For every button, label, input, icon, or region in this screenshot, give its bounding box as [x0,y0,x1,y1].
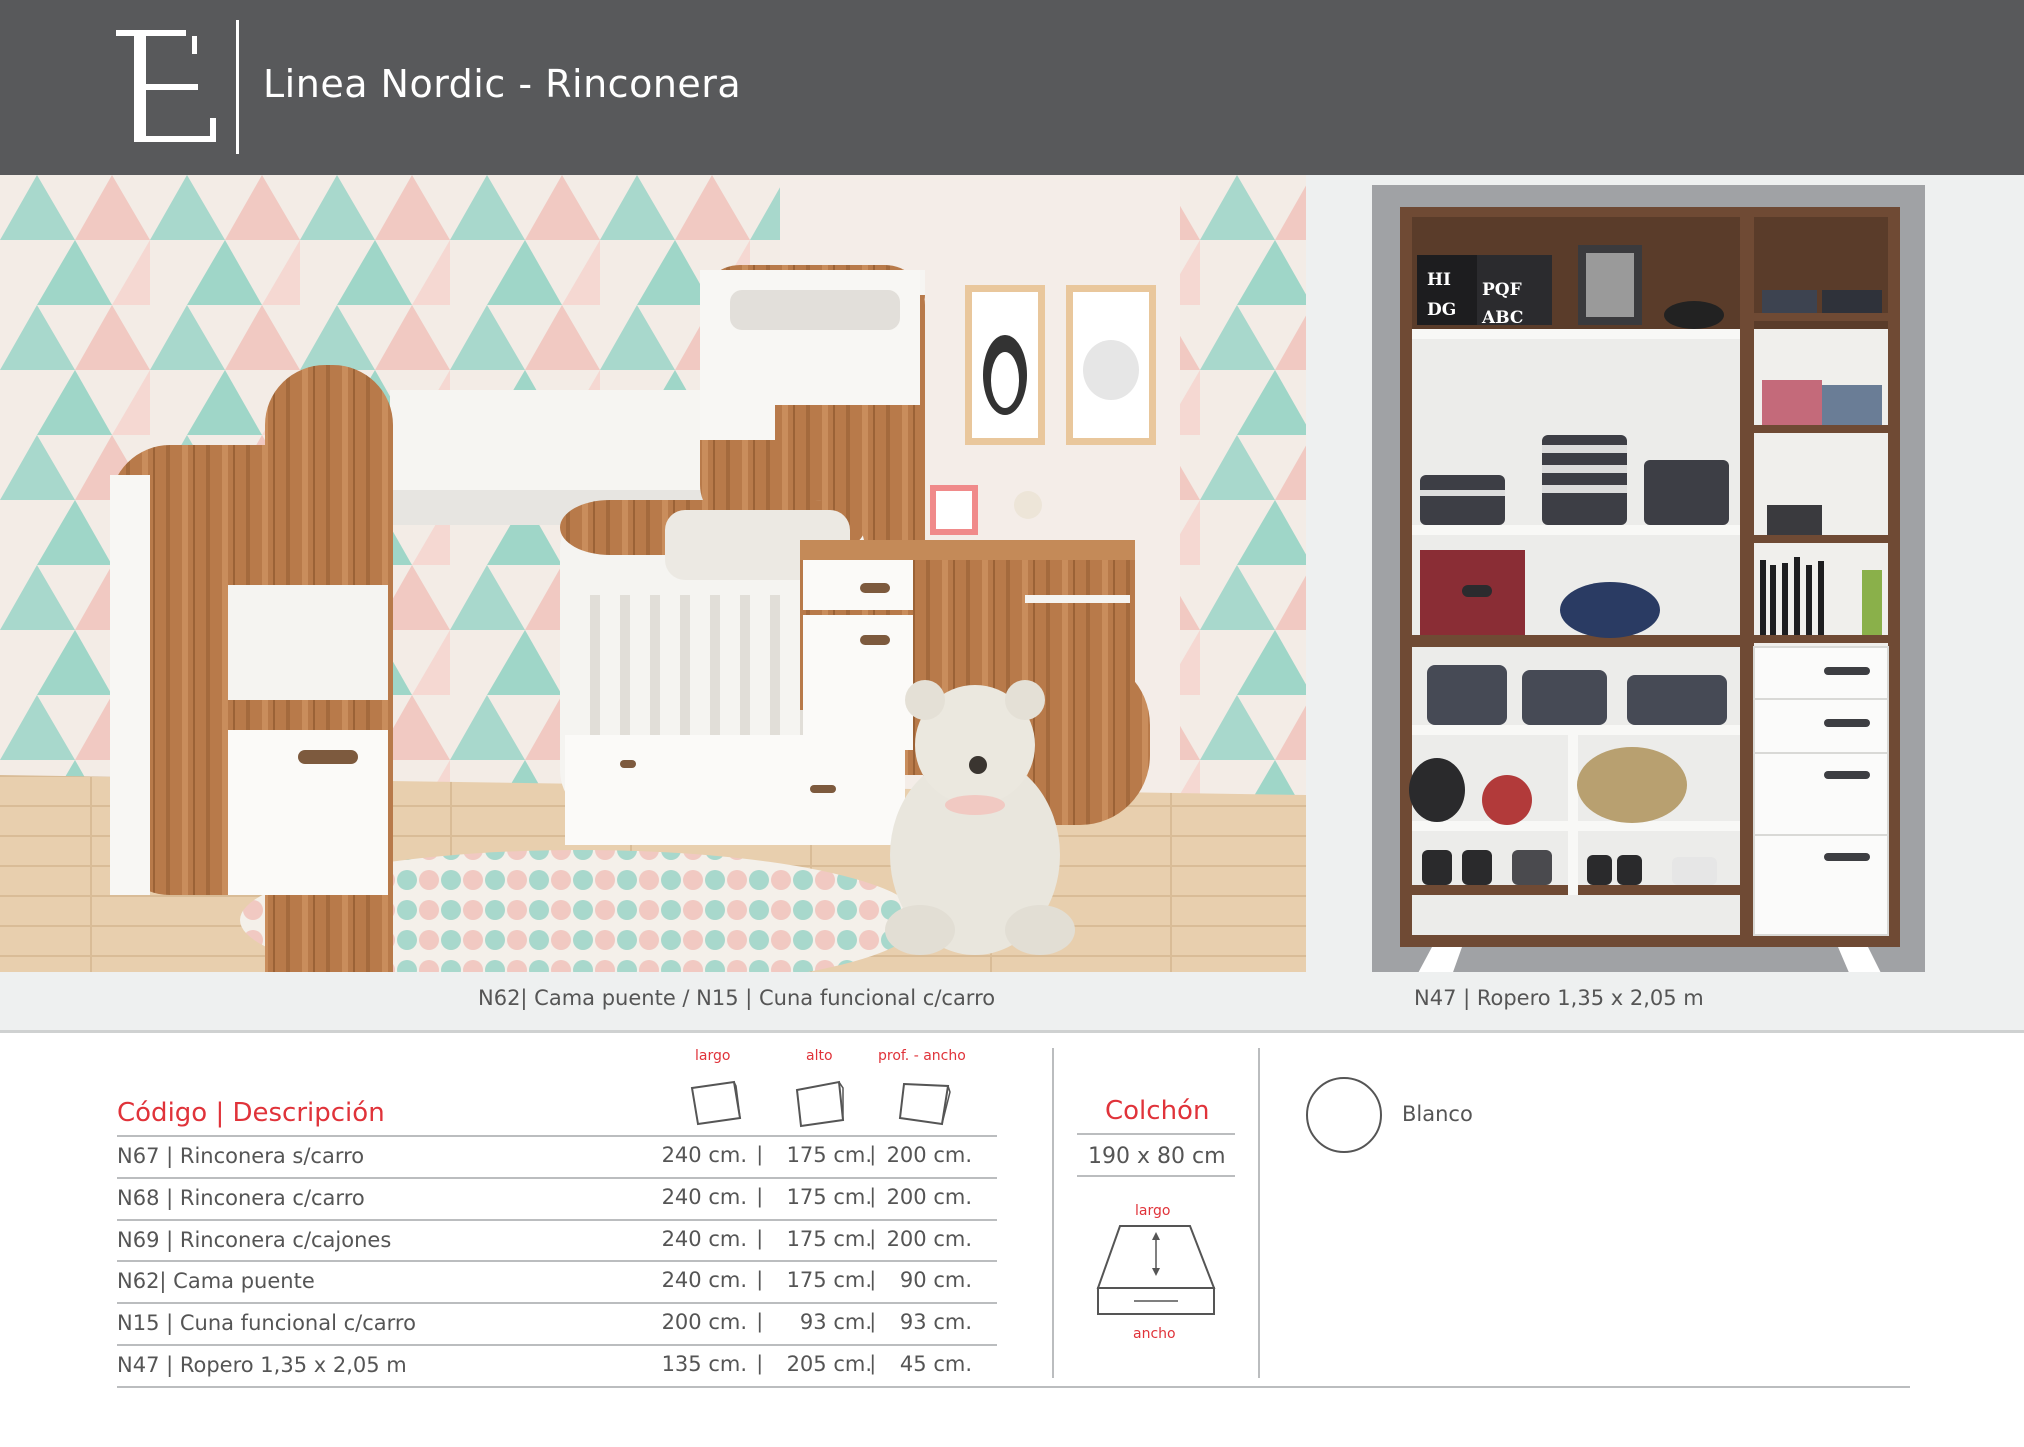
row-ancho: 93 cm. [899,1310,972,1334]
colchon-rule-bottom [1077,1175,1235,1177]
row-separator: | [870,1352,876,1375]
alto-box-icon [793,1078,849,1128]
row-separator: | [870,1268,876,1291]
section-divider [0,1030,2024,1033]
row-largo: 240 cm. [661,1143,747,1167]
row-separator: | [870,1185,876,1208]
row-ancho: 200 cm. [886,1185,972,1209]
row-description: N47 | Ropero 1,35 x 2,05 m [117,1353,407,1377]
row-alto: 175 cm. [786,1143,872,1167]
mattress-label-ancho: ancho [1133,1326,1176,1340]
row-alto: 175 cm. [786,1268,872,1292]
dim-label-alto: alto [806,1048,833,1064]
table-row: N67 | Rinconera s/carro 240 cm. | 175 cm… [117,1135,997,1177]
table-bottom-border [117,1386,1910,1388]
header-bar: Linea Nordic - Rinconera [0,0,2024,175]
dim-label-largo: largo [695,1048,731,1064]
largo-box-icon [688,1078,744,1128]
column-divider [1052,1048,1054,1378]
table-row: N69 | Rinconera c/cajones 240 cm. | 175 … [117,1219,997,1261]
box-label-abc: ABC [1481,308,1523,328]
table-row: N15 | Cuna funcional c/carro 200 cm. | 9… [117,1302,997,1344]
wardrobe-photo-caption: N47 | Ropero 1,35 x 2,05 m [1414,986,1704,1010]
row-alto: 175 cm. [786,1227,872,1251]
row-separator: | [757,1352,763,1375]
colchon-rule-top [1077,1133,1235,1135]
box-label-dg: DG [1427,300,1456,320]
box-label-pqf: PQF [1482,280,1522,300]
row-separator: | [870,1227,876,1250]
row-separator: | [757,1185,763,1208]
color-name: Blanco [1402,1102,1473,1126]
column-divider [1258,1048,1260,1378]
row-description: N67 | Rinconera s/carro [117,1144,365,1168]
colchon-title: Colchón [1105,1096,1210,1126]
page-title: Linea Nordic - Rinconera [263,62,742,106]
row-ancho: 45 cm. [899,1352,972,1376]
row-description: N62| Cama puente [117,1269,315,1293]
color-swatch-blanco [1306,1077,1382,1153]
row-description: N15 | Cuna funcional c/carro [117,1311,416,1335]
row-ancho: 200 cm. [886,1143,972,1167]
colchon-size: 190 x 80 cm [1088,1144,1226,1169]
row-ancho: 90 cm. [899,1268,972,1292]
row-separator: | [757,1268,763,1291]
row-description: N68 | Rinconera c/carro [117,1186,365,1210]
main-photo-caption: N62| Cama puente / N15 | Cuna funcional … [478,986,996,1010]
row-separator: | [757,1143,763,1166]
table-row: N68 | Rinconera c/carro 240 cm. | 175 cm… [117,1177,997,1219]
mattress-diagram-icon: largo ancho [1090,1200,1220,1342]
prof-ancho-box-icon [898,1078,954,1128]
row-ancho: 200 cm. [886,1227,972,1251]
row-largo: 200 cm. [661,1310,747,1334]
table-row: N47 | Ropero 1,35 x 2,05 m 135 cm. | 205… [117,1344,997,1386]
dim-label-prof-ancho: prof. - ancho [878,1048,966,1064]
mattress-label-largo: largo [1135,1203,1170,1219]
row-largo: 240 cm. [661,1268,747,1292]
row-separator: | [870,1143,876,1166]
row-separator: | [757,1227,763,1250]
wardrobe-photo: HI PQF DG ABC [1372,185,1925,972]
table-heading: Código | Descripción [117,1098,385,1128]
header-divider [236,20,239,154]
row-largo: 240 cm. [661,1227,747,1251]
row-alto: 93 cm. [799,1310,872,1334]
table-row: N62| Cama puente 240 cm. | 175 cm. | 90 … [117,1260,997,1302]
row-alto: 175 cm. [786,1185,872,1209]
row-largo: 240 cm. [661,1185,747,1209]
row-largo: 135 cm. [661,1352,747,1376]
row-description: N69 | Rinconera c/cajones [117,1228,392,1252]
brand-logo-icon [110,22,220,150]
box-label-hi: HI [1427,270,1451,290]
row-separator: | [757,1310,763,1333]
row-separator: | [870,1310,876,1333]
bedroom-photo [0,175,1306,972]
row-alto: 205 cm. [786,1352,872,1376]
